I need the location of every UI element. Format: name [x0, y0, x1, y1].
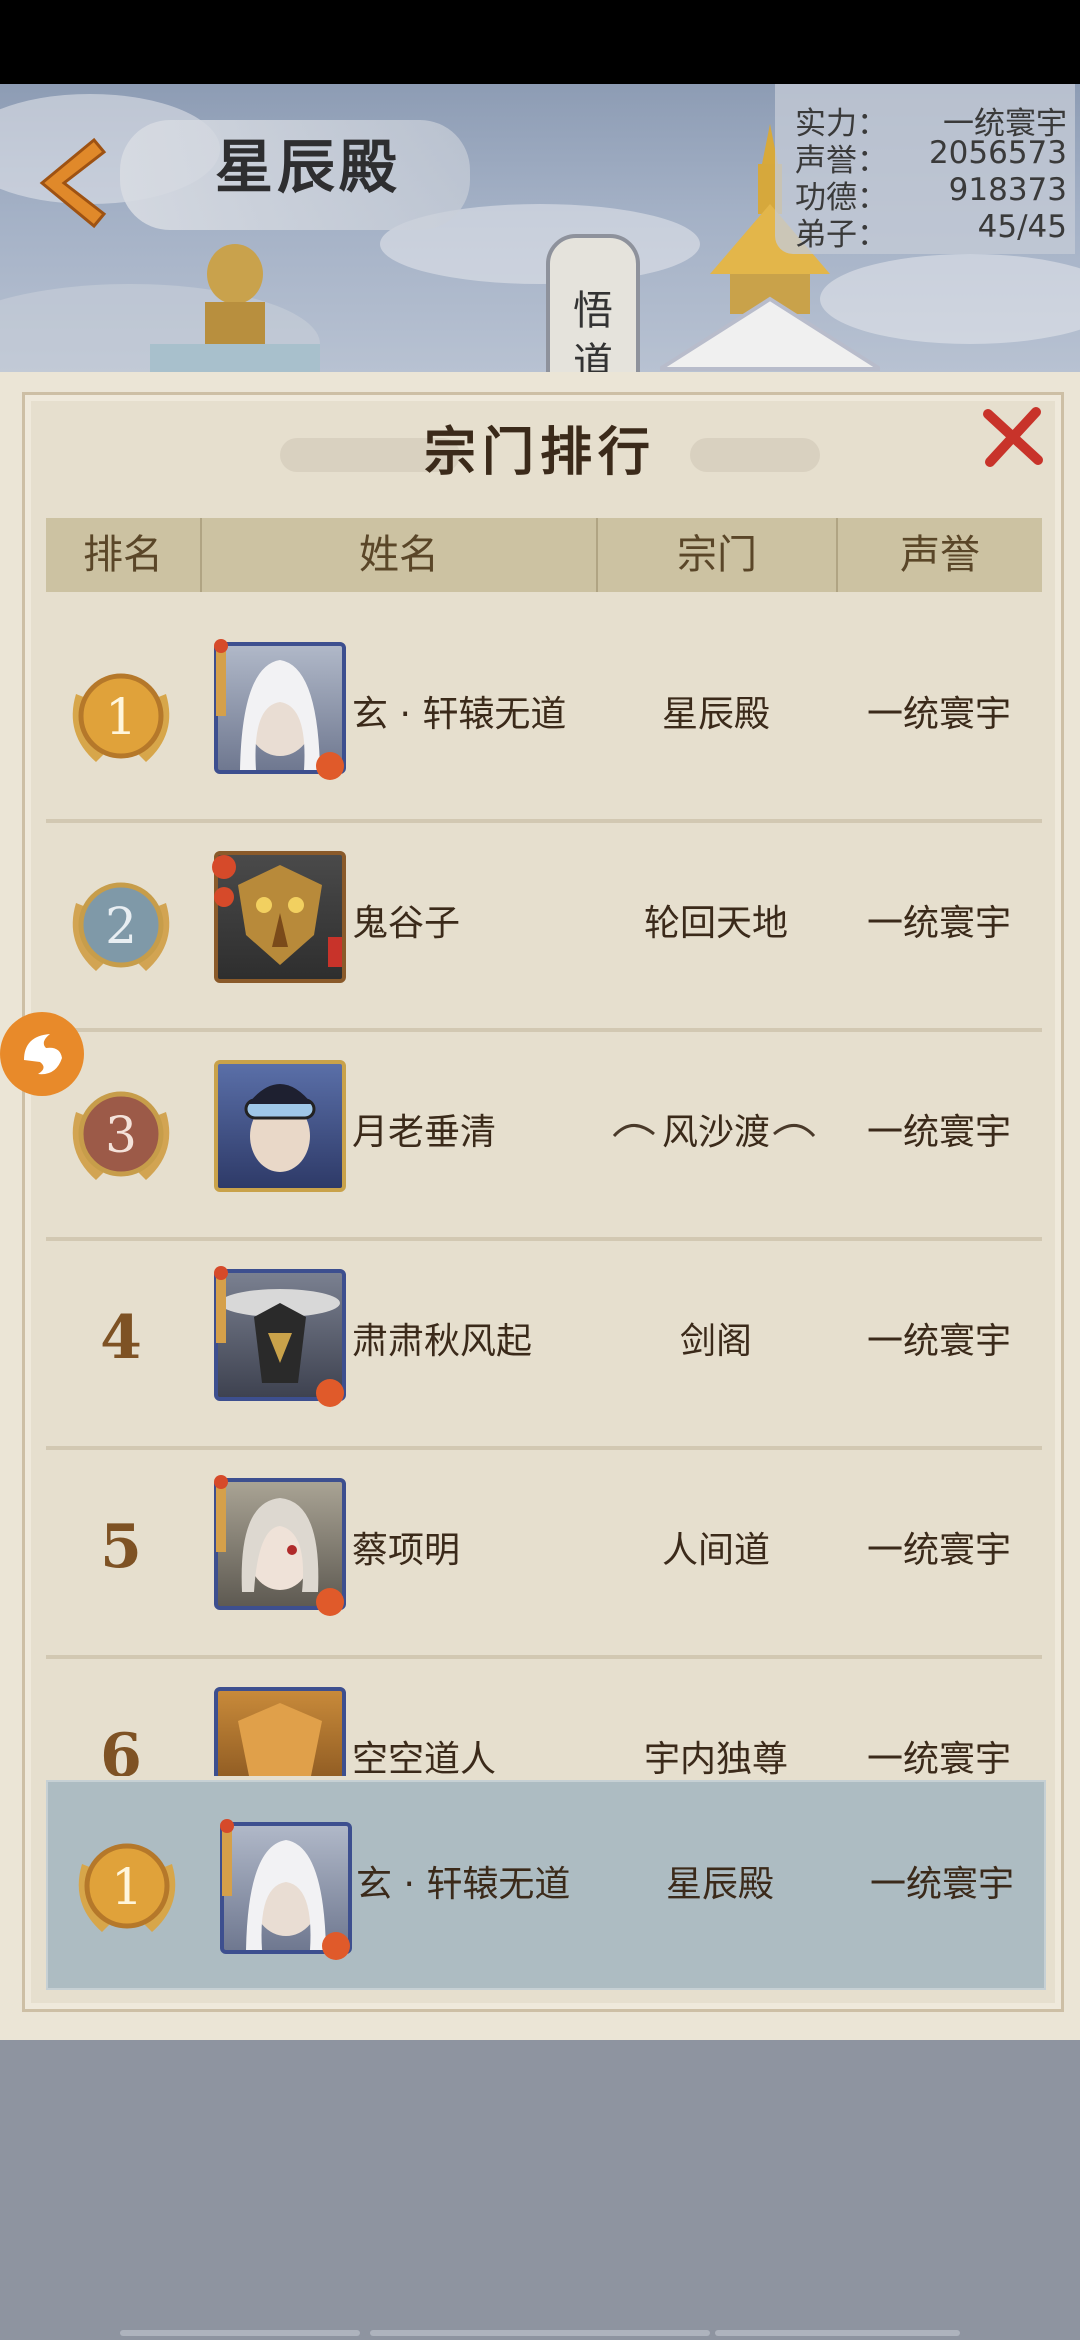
avatar[interactable] [214, 642, 346, 774]
gold-medal-icon: 1 [78, 1843, 176, 1932]
close-button[interactable] [980, 404, 1046, 470]
fame-value: 一统寰宇 [866, 1530, 1011, 1571]
ranking-panel: 宗门排行 排名 姓名 宗门 声誉 1 玄 · 轩辕无道 星辰殿 一统寰宇 2 鬼… [0, 372, 1080, 2040]
player-name: 空空道人 [352, 1739, 497, 1776]
fame-value: 一统寰宇 [866, 1739, 1011, 1776]
silver-medal-icon: 2 [72, 882, 170, 971]
back-button[interactable] [22, 128, 112, 238]
floating-assistant-button[interactable] [0, 1012, 88, 1096]
fame-value: 一统寰宇 [866, 1321, 1011, 1362]
col-fame: 声誉 [900, 532, 980, 578]
scene-header: 星辰殿 实力： 一统寰宇 声誉： 2056573 功德： 918373 弟子： … [0, 84, 1080, 374]
avatar-portrait [238, 865, 322, 965]
avatar-portrait [246, 1840, 326, 1950]
sect-title: 星辰殿 [215, 133, 402, 201]
status-bar [0, 0, 1080, 84]
fame-value: 一统寰宇 [866, 694, 1011, 735]
player-name: 肃肃秋风起 [352, 1321, 533, 1362]
dock-bar [715, 2330, 960, 2336]
wudao-tab[interactable]: 悟 道 [546, 234, 640, 374]
ranking-list[interactable]: 1 玄 · 轩辕无道 星辰殿 一统寰宇 2 鬼谷子 轮回天地 一统寰宇 3 月老… [46, 610, 1042, 1776]
table-row[interactable]: 1 玄 · 轩辕无道 星辰殿 一统寰宇 [46, 610, 1042, 823]
table-row[interactable]: 4 肃肃秋风起 剑阁 一统寰宇 [46, 1237, 1042, 1450]
avatar-portrait [220, 1289, 340, 1383]
my-rank-row[interactable]: 1 玄 · 轩辕无道 星辰殿 一统寰宇 [46, 1780, 1046, 1990]
sect-name: 星辰殿 [661, 694, 770, 735]
player-name: 蔡项明 [352, 1530, 461, 1571]
dock-bar [370, 2330, 710, 2336]
fame-value: 一统寰宇 [866, 1112, 1011, 1153]
table-row[interactable]: 6 空空道人 宇内独尊 一统寰宇 [46, 1655, 1042, 1776]
col-sect: 宗门 [677, 532, 757, 578]
golden-statue-decoration [150, 244, 320, 374]
table-row[interactable]: 3 月老垂清 风沙渡 一统寰宇 [46, 1028, 1042, 1241]
sect-stats-panel: 实力： 一统寰宇 声誉： 2056573 功德： 918373 弟子： 45/4… [775, 84, 1075, 254]
player-name: 玄 · 轩辕无道 [356, 1864, 571, 1905]
dock-bar [120, 2330, 360, 2336]
bottom-background [0, 2040, 1080, 2340]
sect-name: 星辰殿 [665, 1864, 774, 1905]
stat-merit: 功德： 918373 [795, 172, 1067, 216]
stat-reputation: 声誉： 2056573 [795, 135, 1067, 179]
sect-wing-right-decoration [773, 1124, 816, 1138]
stat-power: 实力： 一统寰宇 [795, 106, 1067, 142]
player-name: 月老垂清 [352, 1112, 497, 1153]
table-header: 排名 姓名 宗门 声誉 [46, 518, 1042, 592]
fame-value: 一统寰宇 [866, 903, 1011, 944]
rank-number: 5 [100, 1512, 142, 1582]
avatar-portrait [244, 1084, 316, 1172]
avatar-portrait [241, 1498, 319, 1592]
panel-title: 宗门排行 [423, 422, 656, 483]
sect-name: 剑阁 [679, 1321, 752, 1362]
sect-wing-left-decoration [612, 1124, 655, 1138]
col-rank: 排名 [83, 532, 163, 578]
avatar[interactable] [214, 851, 346, 983]
avatar-portrait [240, 660, 320, 770]
sect-name: 轮回天地 [643, 903, 788, 944]
player-name: 鬼谷子 [352, 903, 461, 944]
sect-name: 人间道 [661, 1530, 770, 1571]
table-row[interactable]: 2 鬼谷子 轮回天地 一统寰宇 [46, 819, 1042, 1032]
sect-name: 宇内独尊 [643, 1739, 788, 1776]
avatar-portrait [238, 1703, 322, 1776]
col-name: 姓名 [359, 532, 439, 578]
stat-disciples: 弟子： 45/45 [795, 209, 1067, 253]
rank-number: 4 [100, 1303, 142, 1373]
gold-medal-icon: 1 [72, 673, 170, 762]
svg-text:2: 2 [105, 897, 137, 955]
avatar[interactable] [214, 1269, 346, 1401]
avatar[interactable] [214, 1687, 346, 1776]
svg-text:3: 3 [105, 1106, 137, 1164]
svg-text:1: 1 [105, 688, 137, 746]
avatar[interactable] [220, 1822, 352, 1954]
player-name: 玄 · 轩辕无道 [352, 694, 567, 735]
avatar[interactable] [214, 1060, 346, 1192]
rank-number: 6 [100, 1721, 142, 1776]
svg-text:1: 1 [111, 1858, 143, 1916]
avatar[interactable] [214, 1478, 346, 1610]
table-row[interactable]: 5 蔡项明 人间道 一统寰宇 [46, 1446, 1042, 1659]
fame-value: 一统寰宇 [869, 1864, 1014, 1905]
